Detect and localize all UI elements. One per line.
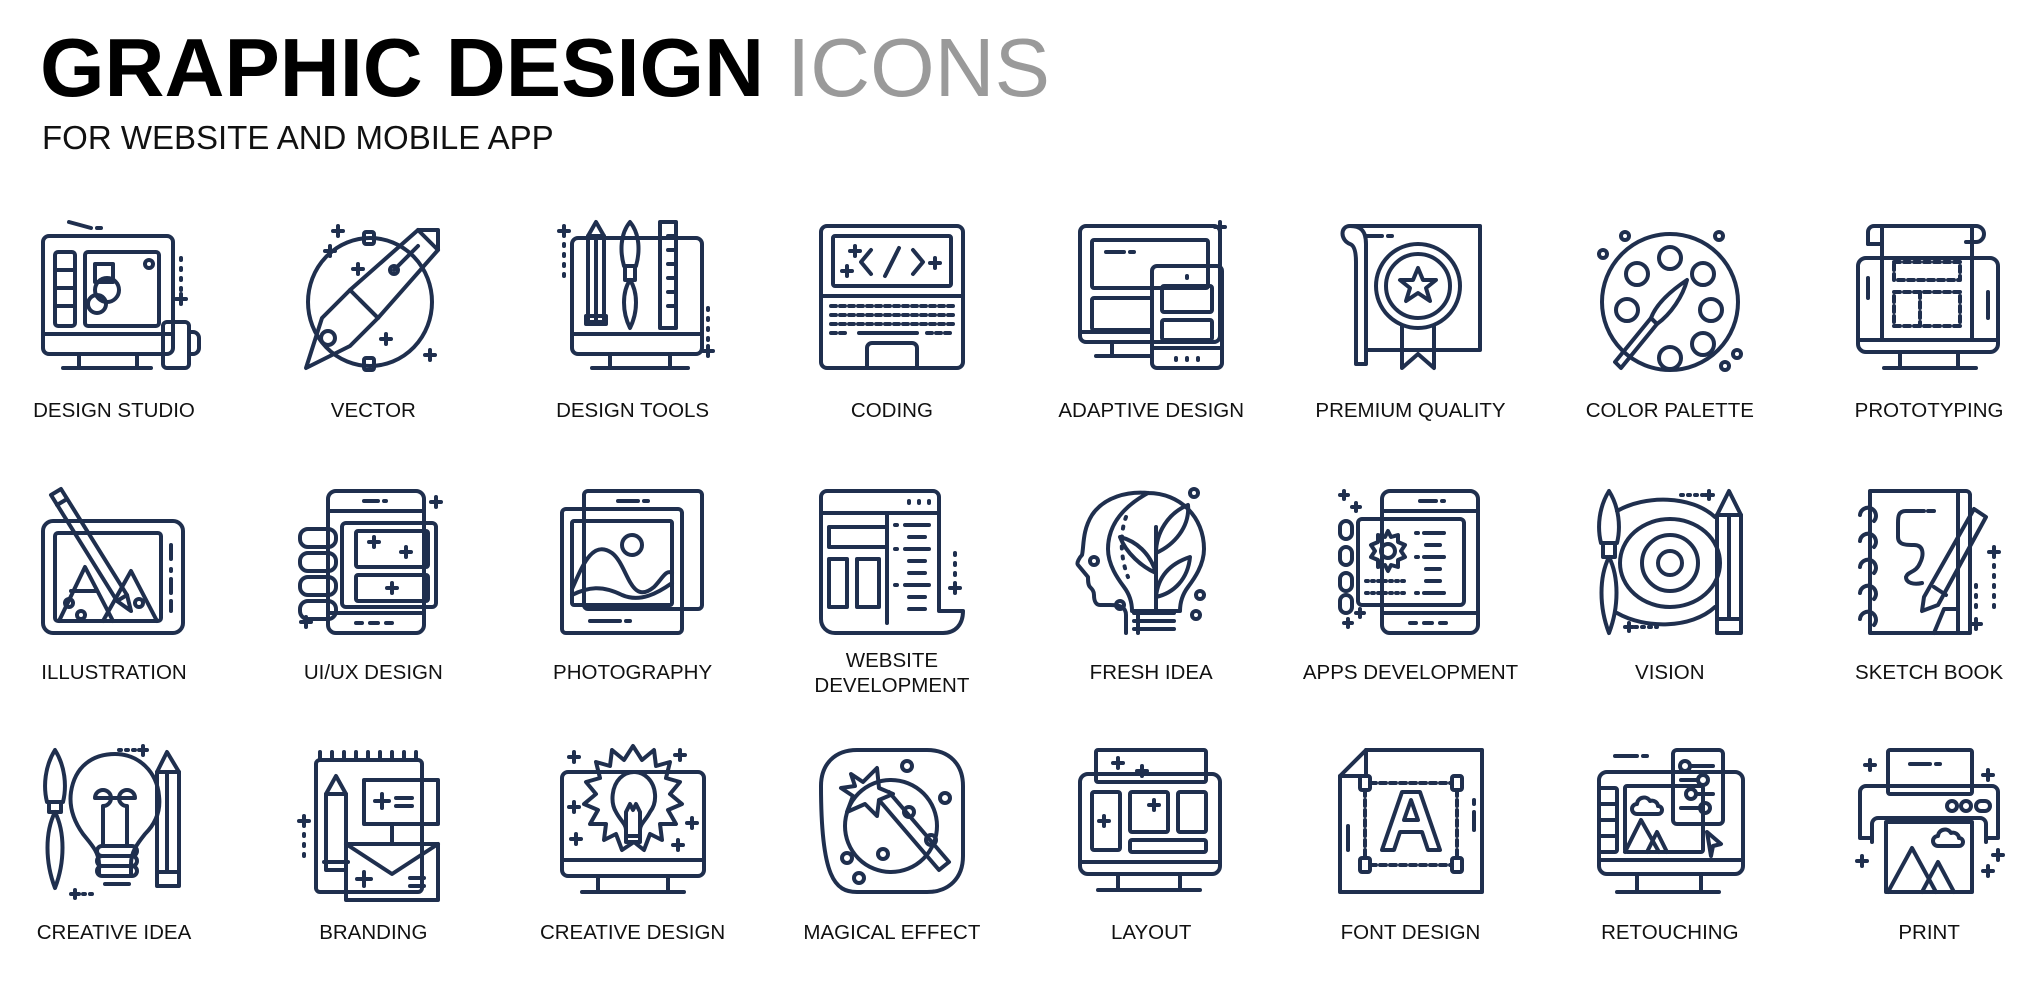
icon-label: PREMIUM QUALITY (1315, 399, 1506, 422)
icon-cell-layout: LAYOUT (1021, 746, 1281, 996)
icon-cell-retouching: RETOUCHING (1540, 746, 1800, 996)
photography-icon (559, 489, 704, 635)
icon-label: CREATIVE DESIGN (539, 921, 726, 944)
icon-cell-prototyping: PROTOTYPING (1799, 222, 2043, 472)
icon-cell-vector: VECTOR (243, 222, 503, 472)
icon-label: UI/UX DESIGN (303, 661, 443, 684)
coding-laptop-icon (818, 224, 965, 370)
icon-cell-creative-idea: CREATIVE IDEA (0, 744, 244, 996)
icon-label: CODING (850, 399, 933, 422)
icon-cell-website-development: WEBSITE DEVELOPMENT (762, 487, 1022, 737)
icon-label: ILLUSTRATION (41, 661, 187, 684)
icon-cell-design-studio: DESIGN STUDIO (0, 220, 244, 472)
icon-cell-branding: BRANDING (243, 746, 503, 996)
fresh-idea-icon (1075, 487, 1207, 635)
apps-development-icon (1337, 489, 1480, 635)
icon-cell-sketch-book: SKETCH BOOK (1799, 487, 2043, 737)
adaptive-design-icon (1078, 220, 1228, 370)
icon-label: PRINT (1898, 921, 1960, 944)
font-design-icon (1337, 748, 1484, 894)
icon-label: DESIGN TOOLS (556, 399, 710, 422)
icon-label: ADAPTIVE DESIGN (1058, 399, 1245, 422)
creative-idea-icon (43, 744, 181, 900)
icon-label: PROTOTYPING (1854, 399, 2004, 422)
icon-label: FRESH IDEA (1089, 661, 1213, 684)
icon-cell-font-design: FONT DESIGN (1281, 746, 1541, 996)
website-development-icon (818, 489, 965, 635)
branding-icon (297, 750, 441, 902)
icon-label: LAYOUT (1110, 921, 1192, 944)
ui-ux-design-icon (298, 489, 444, 635)
icon-cell-premium-quality: PREMIUM QUALITY (1281, 222, 1541, 472)
icon-label: WEBSITE DEVELOPMENT (814, 649, 970, 697)
icon-cell-fresh-idea: FRESH IDEA (1021, 487, 1281, 737)
icon-cell-color-palette: COLOR PALETTE (1540, 222, 1800, 472)
vector-pen-icon (304, 224, 441, 372)
icon-label: MAGICAL EFFECT (803, 921, 981, 944)
magical-effect-icon (818, 748, 965, 894)
icon-cell-coding: CODING (762, 222, 1022, 472)
icon-label: SKETCH BOOK (1855, 661, 2004, 684)
title-light: ICONS (787, 21, 1050, 114)
title-bold: GRAPHIC DESIGN (40, 21, 765, 114)
icon-cell-illustration: ILLUSTRATION (0, 487, 244, 737)
icon-label: APPS DEVELOPMENT (1302, 661, 1519, 684)
design-studio-icon (41, 220, 201, 370)
icon-cell-ui-ux-design: UI/UX DESIGN (243, 487, 503, 737)
icon-label: PHOTOGRAPHY (553, 661, 713, 684)
icon-cell-apps-development: APPS DEVELOPMENT (1281, 487, 1541, 737)
icon-cell-magical-effect: MAGICAL EFFECT (762, 746, 1022, 996)
icon-label: VISION (1635, 661, 1705, 684)
icon-label: CREATIVE IDEA (36, 921, 192, 944)
page-subtitle: FOR WEBSITE AND MOBILE APP (42, 119, 554, 156)
vision-icon (1596, 489, 1743, 635)
icon-cell-adaptive-design: ADAPTIVE DESIGN (1021, 220, 1281, 472)
icon-label: VECTOR (330, 399, 416, 422)
print-icon (1855, 748, 2006, 894)
icon-cell-print: PRINT (1799, 746, 2043, 996)
icon-cell-creative-design: CREATIVE DESIGN (503, 744, 763, 996)
icon-cell-vision: VISION (1540, 487, 1800, 737)
icon-cell-design-tools: DESIGN TOOLS (503, 220, 763, 472)
page-title: GRAPHIC DESIGN ICONS (40, 20, 1050, 116)
retouching-icon (1596, 748, 1745, 894)
icon-label: COLOR PALETTE (1585, 399, 1754, 422)
sketch-book-icon (1858, 489, 2002, 635)
icon-label: DESIGN STUDIO (33, 399, 195, 422)
icon-label: RETOUCHING (1601, 921, 1739, 944)
color-palette-icon (1596, 230, 1743, 372)
illustration-icon (41, 487, 185, 635)
prototyping-icon (1856, 224, 2001, 370)
layout-icon (1078, 748, 1223, 892)
premium-quality-icon (1340, 224, 1482, 370)
icon-label: BRANDING (319, 921, 428, 944)
design-tools-icon (556, 220, 715, 370)
icon-label: FONT DESIGN (1340, 921, 1481, 944)
icon-cell-photography: PHOTOGRAPHY (503, 487, 763, 737)
creative-design-icon (559, 744, 706, 894)
